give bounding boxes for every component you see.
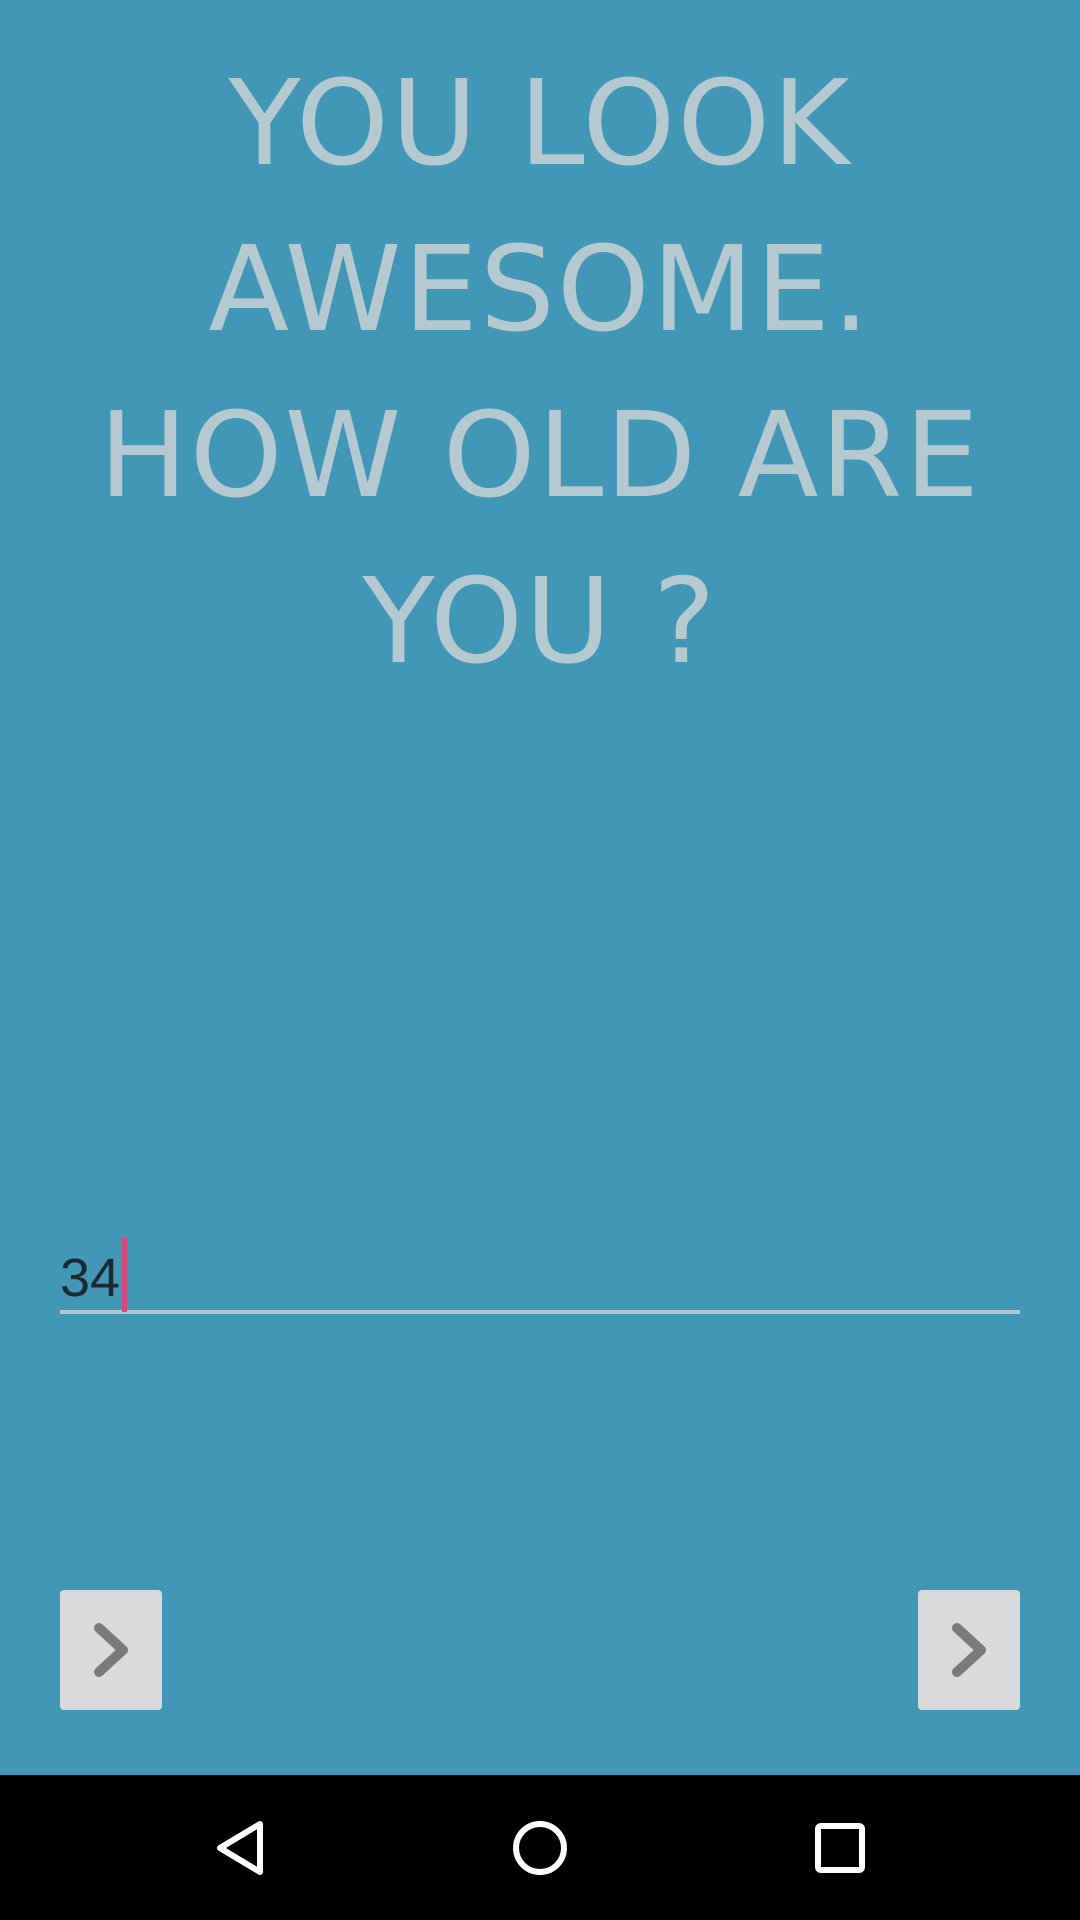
previous-button[interactable] [60, 1590, 162, 1710]
chevron-right-icon [952, 1623, 986, 1677]
recents-square-icon [815, 1822, 865, 1873]
text-cursor [122, 1238, 128, 1312]
system-back-button[interactable] [180, 1775, 300, 1920]
system-home-button[interactable] [480, 1775, 600, 1920]
age-input-field[interactable]: 34 [60, 1220, 1020, 1314]
chevron-right-icon [94, 1623, 128, 1677]
age-input-text: 34 [60, 1248, 121, 1308]
system-recents-button[interactable] [780, 1775, 900, 1920]
question-heading: YOU LOOK AWESOME. HOW OLD ARE YOU ? [98, 54, 982, 690]
home-circle-icon [513, 1820, 567, 1875]
app-screen: YOU LOOK AWESOME. HOW OLD ARE YOU ? 34 [0, 0, 1080, 1775]
age-input-value[interactable]: 34 [60, 1238, 128, 1312]
back-triangle-icon [217, 1820, 263, 1875]
next-button[interactable] [918, 1590, 1020, 1710]
system-navigation-bar [0, 1775, 1080, 1920]
